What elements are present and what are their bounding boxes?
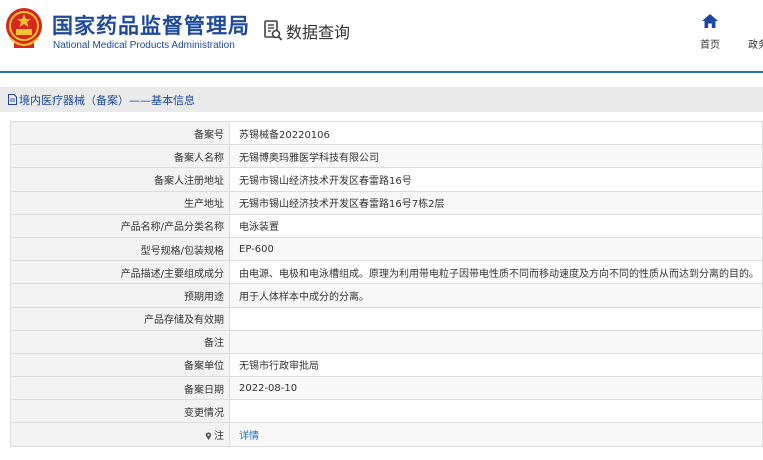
row-label: 备案人名称 [10,144,230,169]
table-row: 备案人名称 无锡博奥玛雅医学科技有限公司 [10,144,763,169]
brand-title-cn: 国家药品监督管理局 [52,14,250,38]
table-row: 备案日期 2022-08-10 [10,376,763,401]
row-value: EP-600 [229,236,763,262]
section-title: 数据查询 [286,23,351,42]
breadcrumb: 境内医疗器械（备案）——基本信息 [0,87,763,112]
table-row: 产品描述/主要组成成分 由电源、电极和电泳槽组成。原理为利用带电粒子因带电性质不同… [10,260,763,285]
site-header: 国家药品监督管理局 National Medical Products Admi… [0,0,763,72]
row-label: 生产地址 [10,190,230,215]
table-row: 产品名称/产品分类名称 电泳装置 [10,213,763,238]
table-row: 备案人注册地址 无锡市锡山经济技术开发区春雷路16号 [10,167,763,192]
row-value: 由电源、电极和电泳槽组成。原理为利用带电粒子因带电性质不同而移动速度及方向不同的… [229,260,763,285]
row-value [229,306,763,331]
row-label: 备案日期 [10,376,230,401]
national-emblem-icon [6,8,42,48]
document-icon [8,94,17,105]
row-label: 备案人注册地址 [10,167,230,192]
note-label: 注 [214,431,224,443]
data-query-section: 数据查询 [263,18,350,44]
table-row: 备案号 苏锡械备20220106 [10,120,763,146]
row-value: 无锡博奥玛雅医学科技有限公司 [229,144,763,169]
row-value: 无锡市行政审批局 [229,352,763,378]
table-row: 型号规格/包装规格 EP-600 [10,236,763,262]
nav-home[interactable]: 首页 [692,14,728,51]
header-divider [0,71,763,73]
row-label: 产品存储及有效期 [10,306,230,331]
row-label: 预期用途 [10,283,230,308]
row-label: 产品名称/产品分类名称 [10,213,230,238]
row-value [229,329,763,354]
row-label: 备注 [10,329,230,354]
row-label: 变更情况 [10,399,230,424]
document-search-icon [264,20,283,41]
table-row: 预期用途 用于人体样本中成分的分离。 [10,283,763,308]
row-label: 型号规格/包装规格 [10,236,230,262]
nav-government-affairs[interactable]: 政务 [748,36,763,51]
row-value [229,399,763,424]
note-label-cell: 注 [10,422,230,447]
nav-home-label: 首页 [700,40,720,51]
table-row: 备注 [10,329,763,354]
location-pin-icon [205,432,212,441]
row-label: 备案单位 [10,352,230,378]
note-value-cell: 详情 [229,422,763,447]
row-value: 无锡市锡山经济技术开发区春雷路16号 [229,167,763,192]
row-label: 产品描述/主要组成成分 [10,260,230,285]
row-value: 电泳装置 [229,213,763,238]
row-value: 无锡市锡山经济技术开发区春雷路16号7栋2层 [229,190,763,215]
row-value: 2022-08-10 [229,376,763,401]
detail-table: 备案号 苏锡械备20220106 备案人名称 无锡博奥玛雅医学科技有限公司 备案人注… [10,120,763,447]
table-row: 备案单位 无锡市行政审批局 [10,352,763,378]
row-value: 用于人体样本中成分的分离。 [229,283,763,308]
breadcrumb-text: 境内医疗器械（备案）——基本信息 [19,93,195,107]
brand-title-en: National Medical Products Administration [53,40,235,51]
row-label: 备案号 [10,120,230,146]
row-value: 苏锡械备20220106 [229,120,763,146]
details-link[interactable]: 详情 [239,431,259,442]
table-row: 变更情况 [10,399,763,424]
home-icon [702,14,718,28]
table-row-note: 注 详情 [10,422,763,447]
table-row: 产品存储及有效期 [10,306,763,331]
table-row: 生产地址 无锡市锡山经济技术开发区春雷路16号7栋2层 [10,190,763,215]
